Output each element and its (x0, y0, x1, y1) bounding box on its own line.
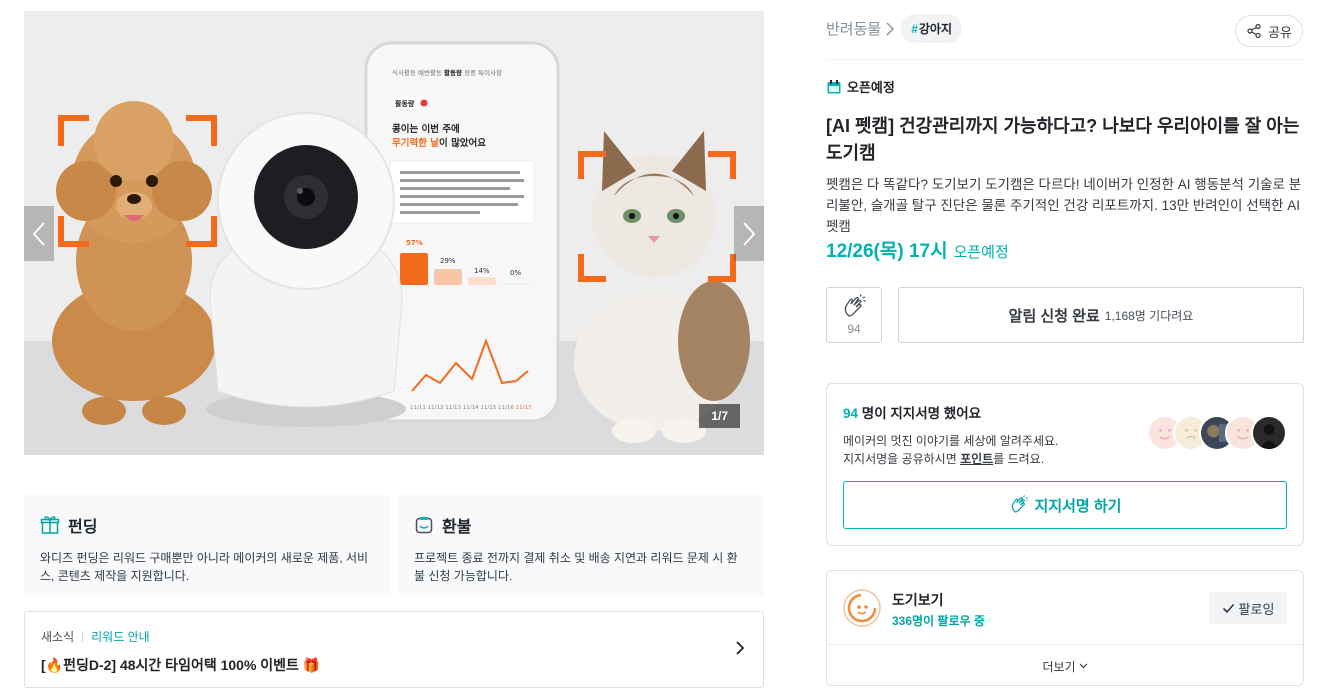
refund-icon (415, 517, 433, 534)
breadcrumb: 반려동물 #강아지 (826, 14, 963, 43)
open-date-status: 오픈예정 (953, 244, 1009, 261)
refund-info-card: 환불 프로젝트 종료 전까지 결제 취소 및 배송 지연과 리워드 문제 시 환… (398, 495, 764, 595)
maker-followers: 336명이 팔로우 중 (892, 614, 985, 628)
notify-button[interactable]: 알림 신청 완료 1,168명 기다려요 (898, 287, 1304, 343)
product-image-gallery[interactable]: 식사활동 배변활동 활동량 정중 특이사항 활동량 콩이는 이번 주에 무기력한… (24, 11, 764, 455)
clap-icon (844, 294, 866, 317)
more-label: 더보기 (1042, 659, 1076, 674)
product-hero-image: 식사활동 배변활동 활동량 정중 특이사항 활동량 콩이는 이번 주에 무기력한… (24, 11, 764, 455)
svg-text:57%: 57% (406, 239, 423, 247)
share-button[interactable]: 공유 (1235, 15, 1303, 47)
share-icon (1247, 23, 1261, 39)
svg-text:0%: 0% (510, 269, 521, 277)
open-date-value: 12/26(목) 17시 (826, 241, 948, 262)
refund-card-title: 환불 (442, 519, 472, 536)
gallery-counter: 1/7 (699, 404, 740, 428)
clap-count: 94 (847, 322, 861, 336)
news-headline: [🔥펀딩D-2] 48시간 타임어택 100% 이벤트 🎁 (41, 657, 321, 673)
funding-card-desc: 와디즈 펀딩은 리워드 구매뿐만 아니라 메이커의 새로운 제품, 서비스, 콘… (40, 551, 369, 583)
calendar-icon (827, 79, 841, 93)
open-status-text: 오픈예정 (847, 80, 895, 95)
chevron-right-icon (736, 641, 745, 655)
project-title: [AI 펫캠] 건강관리까지 가능하다고? 나보다 우리아이를 잘 아는 도기캠 (826, 116, 1300, 163)
category-tag[interactable]: #강아지 (901, 14, 963, 43)
svg-text:활동량: 활동량 (395, 99, 415, 108)
check-icon (1222, 603, 1234, 613)
refund-card-desc: 프로젝트 종료 전까지 결제 취소 및 배송 지연과 리워드 문제 시 환불 신… (414, 551, 738, 583)
gift-icon (40, 516, 60, 534)
camera-illustration (206, 112, 406, 427)
share-label: 공유 (1268, 24, 1292, 40)
avatar (1251, 415, 1287, 451)
support-line2-suffix: 를 드려요. (993, 452, 1045, 466)
support-sign-button[interactable]: 지지서명 하기 (843, 481, 1287, 529)
svg-text:콩이는 이번 주에: 콩이는 이번 주에 (392, 123, 460, 135)
support-headline-text: 명이 지지서명 했어요 (858, 406, 982, 421)
svg-text:식사활동 배변활동 활동량 정중 특이사항: 식사활동 배변활동 활동량 정중 특이사항 (392, 68, 502, 77)
point-link[interactable]: 포인트 (960, 452, 993, 466)
maker-card: 도기보기 336명이 팔로우 중 팔로잉 더보기 (826, 570, 1304, 686)
support-clap-button[interactable]: 94 (826, 287, 882, 343)
support-line2-prefix: 지지서명을 공유하시면 (843, 452, 961, 466)
funding-card-title: 펀딩 (68, 519, 98, 536)
support-signature-box: 94 명이 지지서명 했어요 메이커의 멋진 이야기를 세상에 알려주세요. 지… (826, 383, 1304, 546)
following-button[interactable]: 팔로잉 (1209, 592, 1287, 624)
gallery-next-button[interactable] (734, 206, 764, 261)
project-description: 펫캠은 다 똑같다? 도기보기 도기캠은 다르다! 네이버가 인정한 AI 행동… (826, 177, 1302, 234)
chevron-left-icon (32, 221, 45, 246)
svg-text:11/11 11/12 11/13 11/14 11: 11/11 11/12 11/13 11/14 11/15 11/16 11/1… (410, 405, 532, 411)
more-button[interactable]: 더보기 (827, 645, 1303, 685)
support-line2: 지지서명을 공유하시면 포인트를 드려요. (843, 450, 1287, 468)
breadcrumb-category[interactable]: 반려동물 (826, 18, 881, 39)
supporter-avatars (1147, 415, 1287, 451)
news-category: 리워드 안내 (91, 630, 150, 644)
notify-sub: 1,168명 기다려요 (1104, 308, 1194, 323)
notify-label: 알림 신청 완료 (1008, 307, 1100, 325)
chevron-right-icon (886, 22, 895, 35)
svg-text:29%: 29% (440, 257, 456, 265)
header-divider (826, 59, 1304, 60)
open-date: 12/26(목) 17시 오픈예정 (826, 236, 1009, 263)
support-count: 94 (843, 406, 859, 421)
gallery-prev-button[interactable] (24, 206, 54, 261)
meta-divider (82, 631, 84, 642)
chevron-right-icon (743, 221, 756, 246)
support-sign-label: 지지서명 하기 (1034, 497, 1122, 515)
svg-text:무기력한 날이 많았어요: 무기력한 날이 많았어요 (392, 137, 486, 149)
maker-logo[interactable] (843, 589, 881, 627)
open-status-label: 오픈예정 (826, 77, 895, 96)
following-label: 팔로잉 (1238, 601, 1275, 617)
funding-info-card: 펀딩 와디즈 펀딩은 리워드 구매뿐만 아니라 메이커의 새로운 제품, 서비스… (24, 495, 390, 595)
clap-icon (1011, 495, 1028, 513)
tag-label: 강아지 (918, 22, 953, 36)
news-banner[interactable]: 새소식 리워드 안내 [🔥펀딩D-2] 48시간 타임어택 100% 이벤트 🎁 (24, 611, 764, 688)
news-label: 새소식 (41, 630, 75, 644)
maker-name[interactable]: 도기보기 (892, 590, 944, 610)
svg-text:14%: 14% (474, 267, 490, 275)
chevron-down-icon (1079, 663, 1087, 669)
tag-hash: # (911, 22, 918, 36)
